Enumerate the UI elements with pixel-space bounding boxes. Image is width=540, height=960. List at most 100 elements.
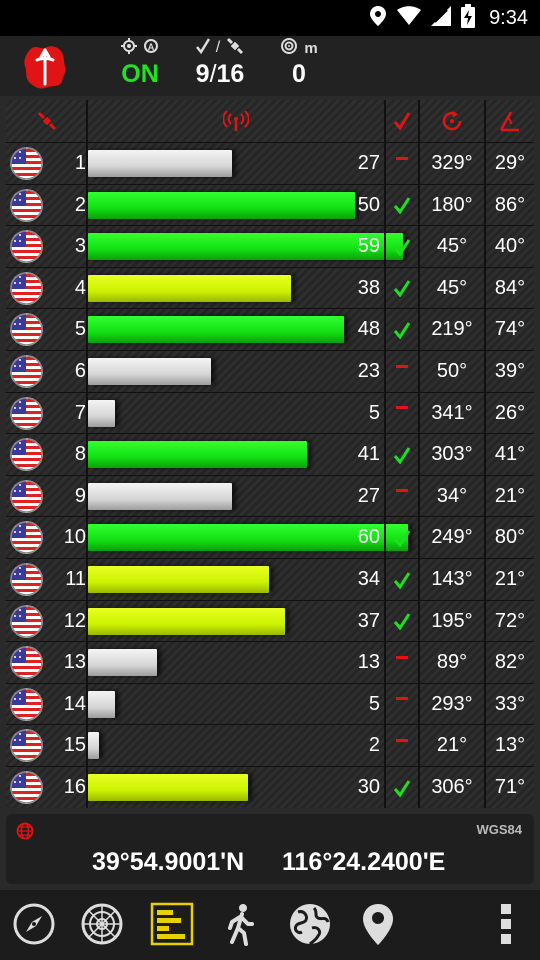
accuracy-group: m 0 <box>272 37 326 89</box>
accuracy-value: 0 <box>292 60 306 88</box>
azimuth-icon <box>442 111 462 131</box>
us-flag-icon <box>10 521 43 555</box>
signal-value: 13 <box>357 651 380 674</box>
azimuth-value: 45° <box>436 276 468 299</box>
satellite-prn: 6 <box>74 360 86 382</box>
satellite-prn: 3 <box>74 235 86 258</box>
azimuth-value: 219° <box>431 318 473 341</box>
azimuth-value: 50° <box>436 360 468 382</box>
elevation-value: 21° <box>494 568 526 590</box>
satellite-prn: 7 <box>74 401 86 424</box>
us-flag-icon <box>10 646 43 680</box>
column-used-header[interactable] <box>386 100 418 142</box>
more-icon[interactable] <box>482 900 530 948</box>
battery-charging-icon <box>461 3 476 33</box>
us-flag-icon <box>10 604 43 638</box>
elevation-value: 80° <box>494 526 526 549</box>
column-satellite-header[interactable] <box>6 100 88 142</box>
satellite-prn: 11 <box>65 568 86 590</box>
latitude-value[interactable]: 39°54.9001'N <box>92 848 244 877</box>
column-elevation-header[interactable] <box>486 100 534 142</box>
satellite-prn: 15 <box>63 734 86 757</box>
app-logo[interactable] <box>22 44 68 90</box>
signal-bar <box>88 690 115 718</box>
signal-value: 27 <box>357 484 380 507</box>
used-check-icon <box>387 601 417 642</box>
satellite-prn: 12 <box>63 609 86 632</box>
us-flag-icon <box>10 479 43 513</box>
signal-icon <box>431 5 452 31</box>
signal-bar <box>88 399 115 427</box>
radar-icon[interactable] <box>78 900 126 948</box>
elevation-value: 41° <box>494 443 526 466</box>
svg-text:A: A <box>148 42 155 52</box>
azimuth-value: 293° <box>431 692 473 715</box>
longitude-value[interactable]: 116°24.2400'E <box>282 848 445 877</box>
us-flag-icon <box>10 147 43 180</box>
signal-value: 37 <box>357 609 380 632</box>
satellite-prn: 2 <box>74 193 86 216</box>
status-icons: 9:34 <box>369 0 528 36</box>
signal-bar <box>88 732 99 760</box>
us-flag-icon <box>10 438 43 472</box>
elevation-value: 26° <box>494 401 526 424</box>
signal-value: 30 <box>357 776 380 798</box>
globe-icon[interactable] <box>286 900 334 948</box>
divider <box>484 100 486 808</box>
azimuth-value: 249° <box>431 526 473 549</box>
check-icon <box>195 37 210 59</box>
us-flag-icon <box>10 188 43 222</box>
signal-value: 41 <box>357 443 380 466</box>
satellite-count-group: / 9/16 <box>180 37 260 89</box>
azimuth-value: 34° <box>436 484 468 507</box>
used-check-icon <box>387 434 417 475</box>
signal-value: 60 <box>357 526 380 549</box>
compass-icon[interactable] <box>10 900 58 948</box>
satellite-prn: 14 <box>63 692 86 715</box>
azimuth-value: 180° <box>431 193 473 216</box>
us-flag-icon <box>10 271 43 305</box>
elevation-value: 71° <box>494 776 526 798</box>
location-pin-icon[interactable] <box>354 900 402 948</box>
us-flag-icon <box>10 313 43 347</box>
elevation-value: 21° <box>494 484 526 507</box>
elevation-value: 86° <box>494 193 526 216</box>
azimuth-value: 21° <box>436 734 468 757</box>
signal-bar <box>88 607 285 635</box>
elevation-value: 72° <box>494 609 526 632</box>
satellite-prn: 16 <box>63 776 86 798</box>
satellite-prn: 10 <box>63 526 86 549</box>
fix-status-group: A ON <box>112 37 168 89</box>
signal-value: 50 <box>357 193 380 216</box>
signal-value: 5 <box>368 401 380 424</box>
signal-bar <box>88 566 269 593</box>
accuracy-unit: m <box>304 39 318 57</box>
elevation-value: 29° <box>494 152 526 174</box>
column-signal-header[interactable] <box>88 100 384 142</box>
globe-small-icon <box>16 822 34 845</box>
walk-icon[interactable] <box>216 900 264 948</box>
elevation-value: 33° <box>494 692 526 715</box>
coordinates-panel: WGS84 39°54.9001'N 116°24.2400'E <box>6 814 534 884</box>
used-check-icon <box>387 268 417 309</box>
visible-count: 16 <box>216 60 245 88</box>
unused-dash-icon <box>387 684 417 725</box>
divider <box>384 100 386 808</box>
satellite-bars-icon[interactable] <box>148 900 196 948</box>
us-flag-icon <box>10 396 43 430</box>
used-check-icon <box>387 559 417 600</box>
azimuth-value: 329° <box>431 152 473 174</box>
azimuth-value: 195° <box>431 609 473 632</box>
signal-bar <box>88 441 307 469</box>
count-separator-icon: / <box>215 39 221 56</box>
divider <box>418 100 420 808</box>
us-flag-icon <box>10 729 43 763</box>
signal-bar <box>88 774 248 801</box>
column-azimuth-header[interactable] <box>420 100 484 142</box>
us-flag-icon <box>10 687 43 721</box>
divider <box>86 100 88 808</box>
us-flag-icon <box>10 771 43 804</box>
elevation-value: 40° <box>494 235 526 258</box>
signal-bar <box>88 274 291 302</box>
signal-value: 5 <box>368 692 380 715</box>
